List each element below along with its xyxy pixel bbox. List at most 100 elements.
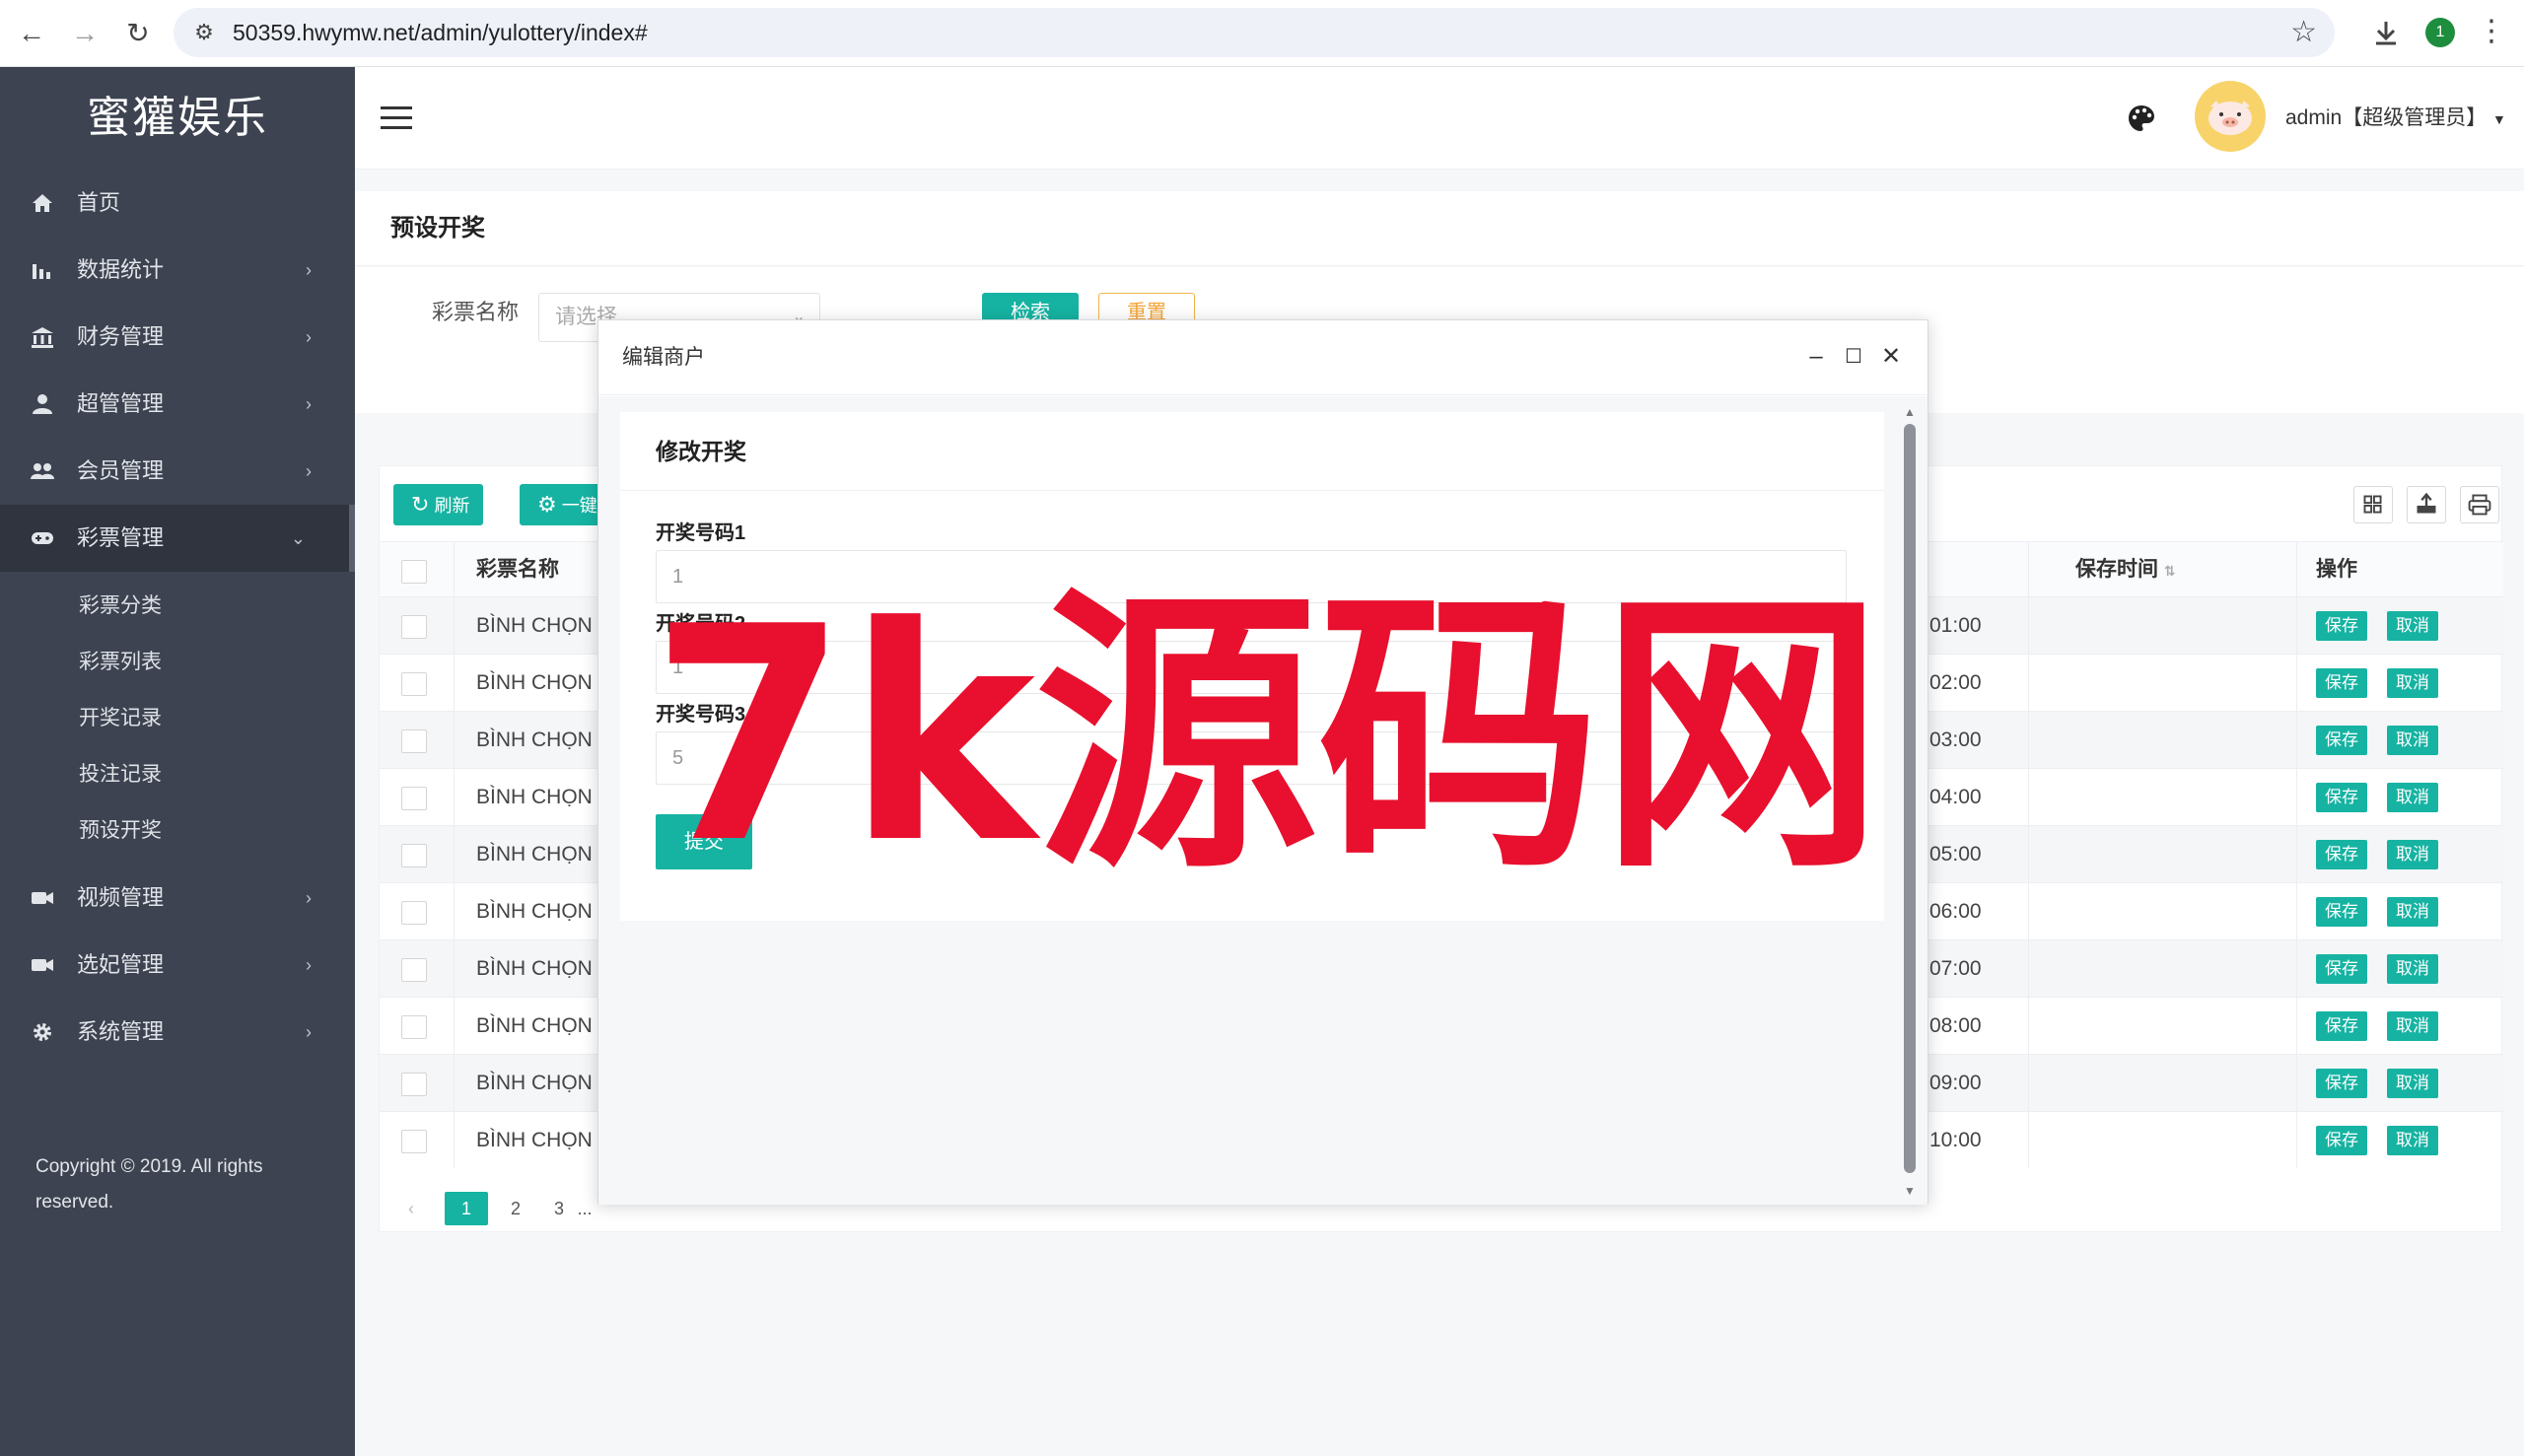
submenu-item-lottery-category[interactable]: 彩票分类: [0, 578, 355, 634]
print-icon[interactable]: [2460, 486, 2499, 523]
refresh-icon: ↻: [411, 492, 430, 517]
save-row-button[interactable]: 保存: [2316, 668, 2367, 698]
save-row-button[interactable]: 保存: [2316, 611, 2367, 641]
page-title: 预设开奖: [390, 215, 485, 242]
save-row-button[interactable]: 保存: [2316, 1126, 2367, 1155]
sidebar-item-admin[interactable]: 超管管理 ›: [0, 371, 355, 438]
sidebar-item-members[interactable]: 会员管理 ›: [0, 438, 355, 505]
refresh-button[interactable]: ↻ 刷新: [393, 484, 484, 525]
watermark-text: 7k源码网: [651, 564, 1883, 887]
cell-lottery-name: BÌNH CHỌN: [476, 957, 593, 980]
cancel-row-button[interactable]: 取消: [2387, 897, 2438, 927]
browser-menu-icon[interactable]: ⋮: [2477, 12, 2506, 51]
row-checkbox[interactable]: [401, 958, 427, 982]
prev-page-button[interactable]: ‹: [389, 1192, 433, 1225]
submenu-item-bet-records[interactable]: 投注记录: [0, 746, 355, 802]
minimize-icon[interactable]: –: [1801, 342, 1831, 372]
caret-down-icon: ▼: [2492, 111, 2506, 127]
download-icon[interactable]: [2366, 14, 2406, 53]
palette-icon[interactable]: [2126, 103, 2157, 134]
modal-scrollbar[interactable]: ▲ ▼: [1902, 404, 1918, 1199]
export-icon[interactable]: [2407, 486, 2446, 523]
profile-badge[interactable]: 1: [2425, 18, 2455, 47]
cancel-row-button[interactable]: 取消: [2387, 954, 2438, 984]
bookmark-star-icon[interactable]: ☆: [2290, 16, 2317, 49]
header-lottery-name[interactable]: 彩票名称: [476, 542, 559, 597]
back-arrow-icon[interactable]: ←: [14, 16, 49, 51]
row-checkbox[interactable]: [401, 672, 427, 696]
save-row-button[interactable]: 保存: [2316, 726, 2367, 755]
page-1-button[interactable]: 1: [445, 1192, 488, 1225]
row-checkbox[interactable]: [401, 1073, 427, 1096]
sidebar: 蜜獾娱乐 首页 数据统计 › 财务管理 › 超管管理 › 会员管理 › 彩票管理…: [0, 67, 355, 1456]
close-icon[interactable]: ✕: [1876, 342, 1906, 372]
sidebar-item-label: 财务管理: [77, 324, 165, 349]
maximize-icon[interactable]: ☐: [1839, 342, 1868, 372]
chevron-right-icon: ›: [306, 1022, 312, 1042]
sidebar-item-stats[interactable]: 数据统计 ›: [0, 237, 355, 304]
scroll-up-icon[interactable]: ▲: [1902, 404, 1918, 420]
select-all-checkbox[interactable]: [401, 560, 427, 584]
submenu-item-preset-draw[interactable]: 预设开奖: [0, 802, 355, 859]
row-checkbox[interactable]: [401, 615, 427, 639]
cancel-row-button[interactable]: 取消: [2387, 1126, 2438, 1155]
row-checkbox[interactable]: [401, 844, 427, 867]
page-2-button[interactable]: 2: [494, 1192, 537, 1225]
watermark-logo: 7k源码网: [651, 564, 1883, 887]
address-bar[interactable]: ⚙ 50359.hwymw.net/admin/yulottery/index#…: [174, 8, 2335, 57]
hamburger-menu-icon[interactable]: [381, 106, 412, 130]
cancel-row-button[interactable]: 取消: [2387, 726, 2438, 755]
form-title: 修改开奖: [620, 412, 1884, 491]
url-text[interactable]: 50359.hwymw.net/admin/yulottery/index#: [233, 8, 648, 57]
row-checkbox[interactable]: [401, 901, 427, 925]
sidebar-item-label: 视频管理: [77, 885, 165, 910]
site-settings-icon[interactable]: ⚙: [189, 18, 219, 47]
row-checkbox[interactable]: [401, 1130, 427, 1153]
cancel-row-button[interactable]: 取消: [2387, 668, 2438, 698]
scrollbar-thumb[interactable]: [1904, 424, 1916, 1173]
cell-draw-time: 09:00: [1929, 1072, 1982, 1094]
reload-icon[interactable]: ↻: [120, 16, 156, 51]
sidebar-item-home[interactable]: 首页: [0, 170, 355, 237]
sidebar-item-system[interactable]: 系统管理 ›: [0, 999, 355, 1066]
cancel-row-button[interactable]: 取消: [2387, 1069, 2438, 1098]
user-name-text: admin【超级管理员】: [2285, 106, 2488, 129]
save-row-button[interactable]: 保存: [2316, 897, 2367, 927]
sidebar-item-lottery[interactable]: 彩票管理 ⌄: [0, 505, 355, 572]
browser-toolbar: ← → ↻ ⚙ 50359.hwymw.net/admin/yulottery/…: [0, 0, 2524, 67]
save-row-button[interactable]: 保存: [2316, 954, 2367, 984]
header-operation: 操作: [2316, 558, 2357, 581]
save-row-button[interactable]: 保存: [2316, 840, 2367, 869]
cancel-row-button[interactable]: 取消: [2387, 611, 2438, 641]
row-checkbox[interactable]: [401, 1015, 427, 1039]
gear-icon: [34, 1023, 51, 1041]
cell-draw-time: 08:00: [1929, 1014, 1982, 1037]
cell-draw-time: 07:00: [1929, 957, 1982, 980]
cancel-row-button[interactable]: 取消: [2387, 1011, 2438, 1041]
top-header: admin【超级管理员】 ▼: [355, 67, 2524, 170]
cancel-row-button[interactable]: 取消: [2387, 840, 2438, 869]
submenu-item-lottery-list[interactable]: 彩票列表: [0, 634, 355, 690]
chevron-right-icon: ›: [306, 888, 312, 908]
cancel-row-button[interactable]: 取消: [2387, 783, 2438, 812]
forward-arrow-icon[interactable]: →: [67, 16, 103, 51]
submenu-item-draw-records[interactable]: 开奖记录: [0, 690, 355, 746]
columns-icon[interactable]: [2353, 486, 2393, 523]
field-label-draw-1: 开奖号码1: [656, 522, 746, 544]
save-row-button[interactable]: 保存: [2316, 783, 2367, 812]
cell-lottery-name: BÌNH CHỌN: [476, 843, 593, 866]
header-save-time[interactable]: 保存时间 ⇅: [2075, 542, 2176, 598]
user-menu[interactable]: admin【超级管理员】 ▼: [2285, 67, 2506, 170]
sidebar-item-finance[interactable]: 财务管理 ›: [0, 304, 355, 371]
sidebar-item-video[interactable]: 视频管理 ›: [0, 865, 355, 932]
sidebar-item-selection[interactable]: 选妃管理 ›: [0, 932, 355, 999]
sort-icon[interactable]: ⇅: [2164, 563, 2176, 579]
row-checkbox[interactable]: [401, 729, 427, 753]
save-row-button[interactable]: 保存: [2316, 1069, 2367, 1098]
save-row-button[interactable]: 保存: [2316, 1011, 2367, 1041]
scroll-down-icon[interactable]: ▼: [1902, 1183, 1918, 1199]
brand-logo[interactable]: 蜜獾娱乐: [0, 67, 355, 170]
row-checkbox[interactable]: [401, 787, 427, 810]
avatar[interactable]: [2195, 81, 2266, 152]
chevron-right-icon: ›: [306, 461, 312, 481]
